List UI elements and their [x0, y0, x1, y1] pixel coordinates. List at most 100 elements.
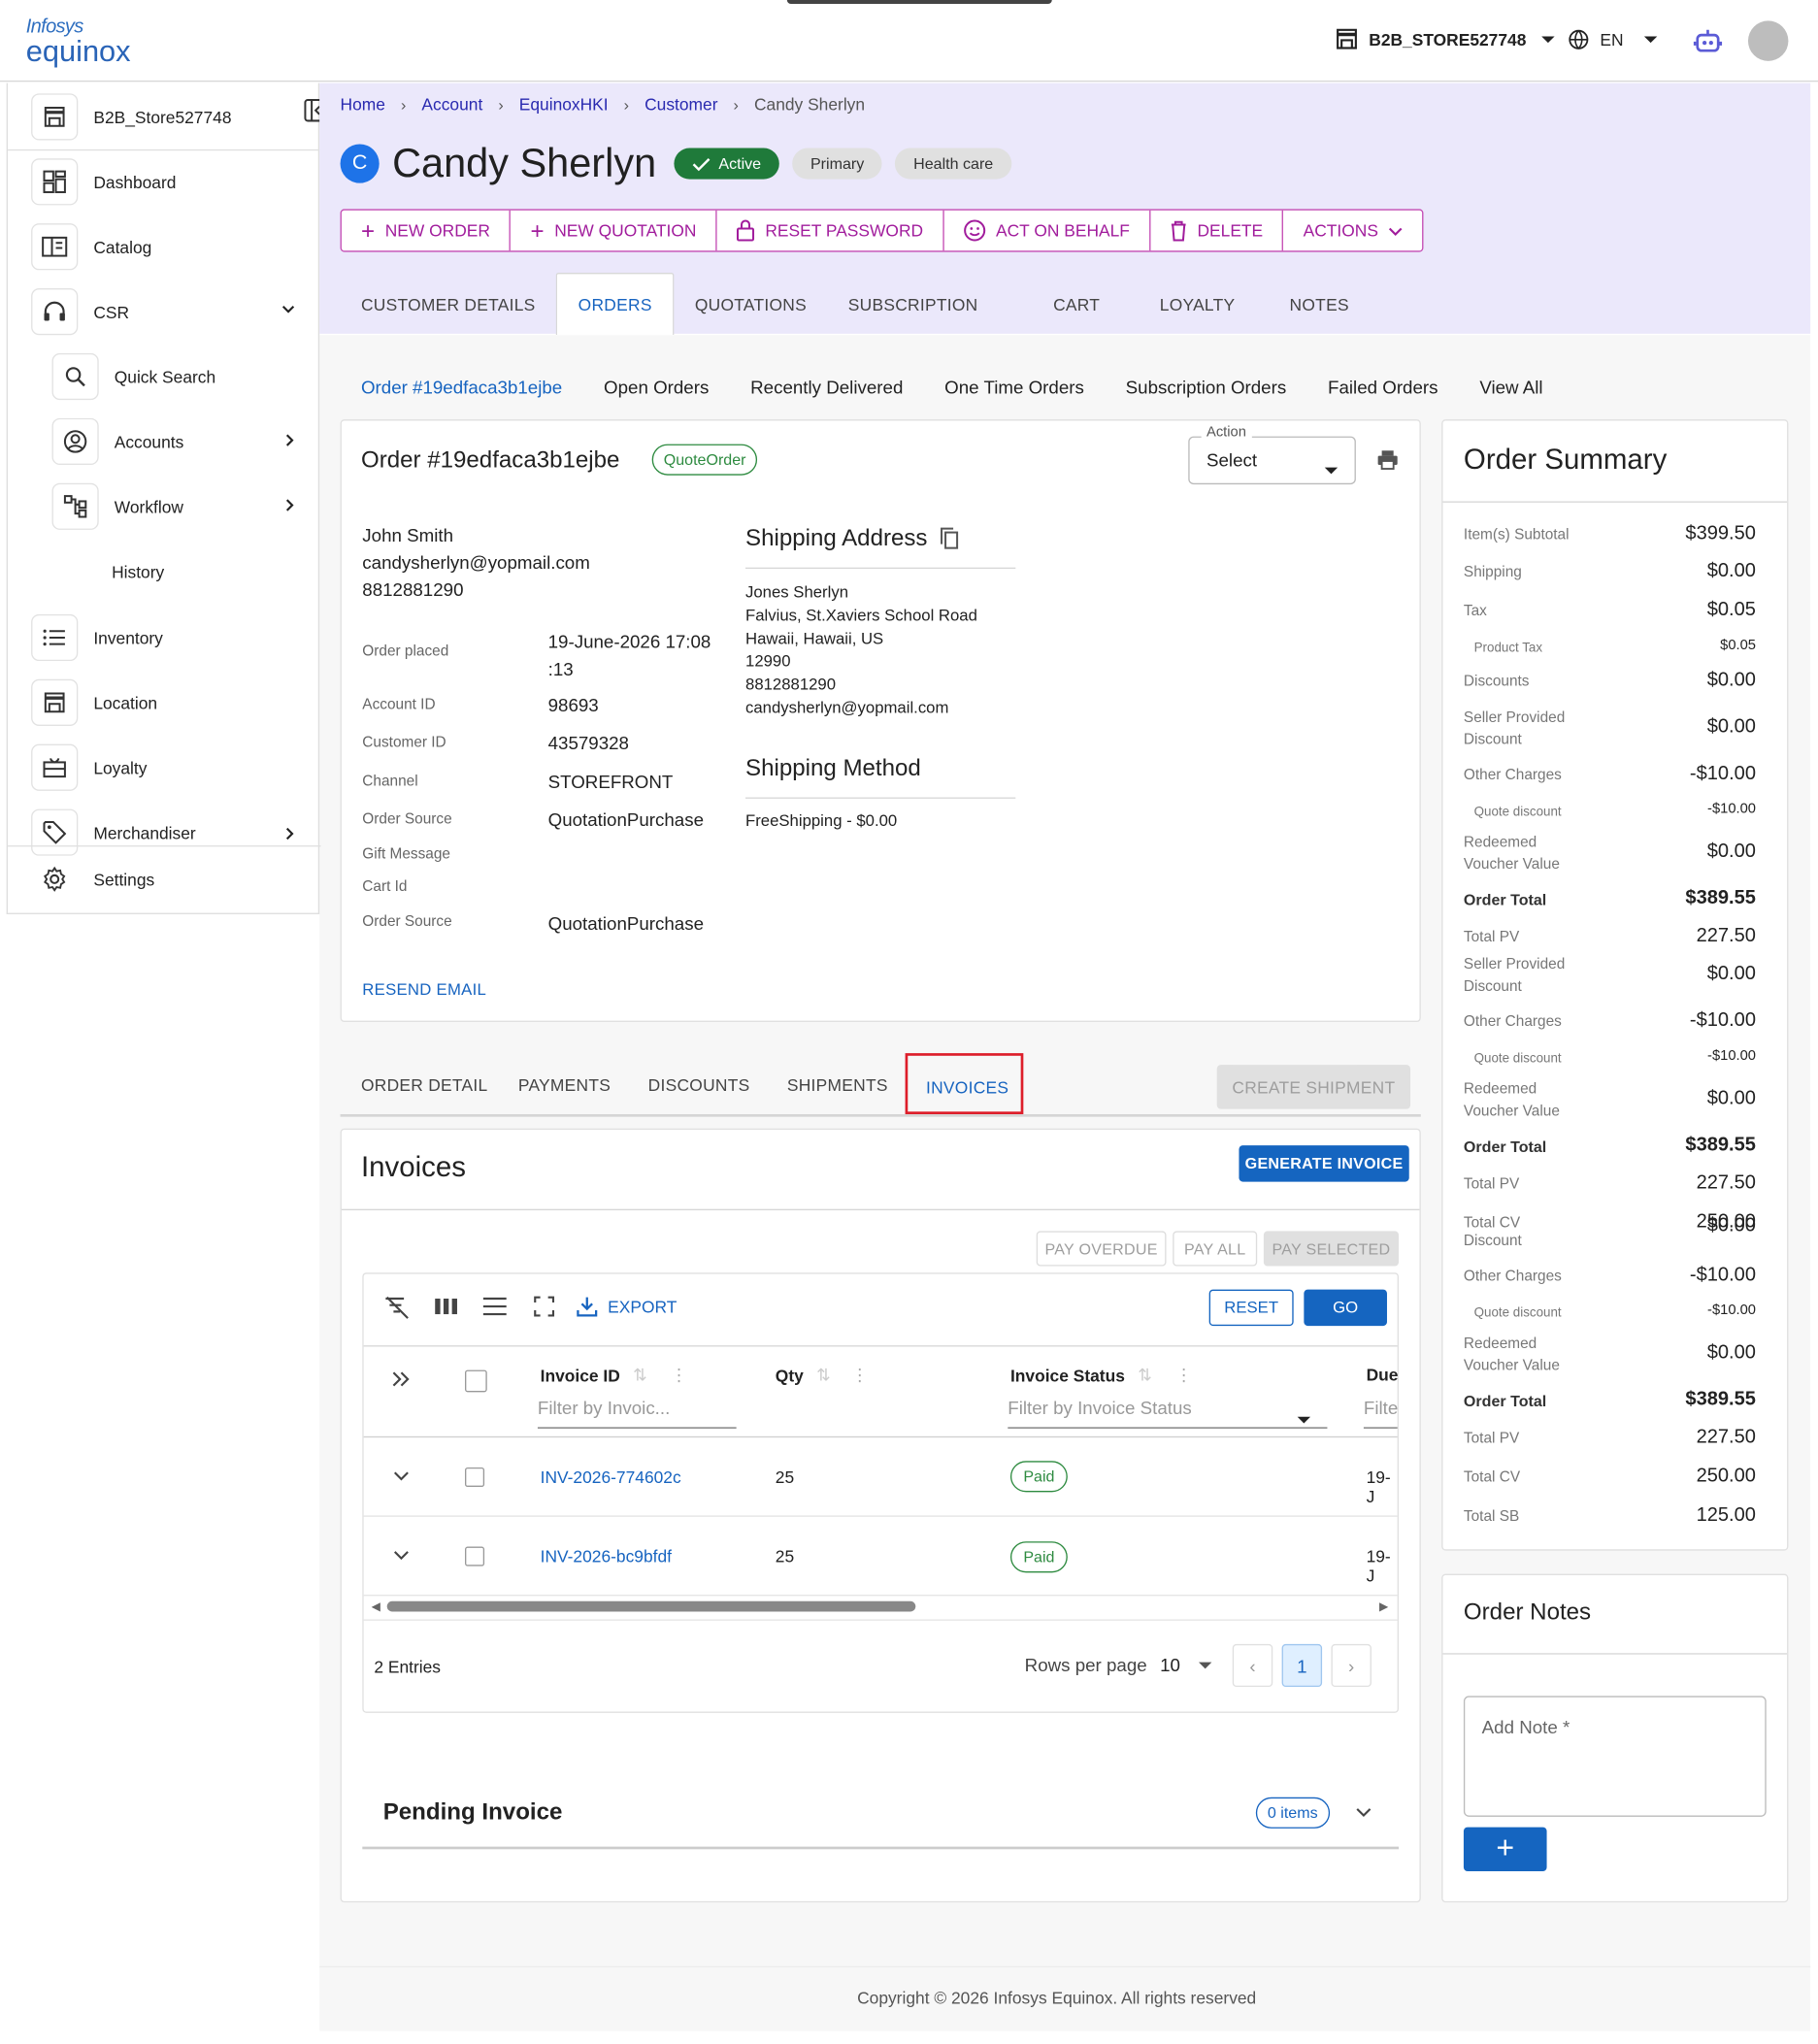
due-filter-input[interactable]: Filte: [1363, 1398, 1398, 1429]
sidebar-item-quick-search[interactable]: Quick Search: [51, 352, 215, 401]
fullscreen-icon[interactable]: [534, 1296, 555, 1317]
column-header-qty[interactable]: Qty ⇅ ⋮: [776, 1365, 869, 1385]
sidebar-item-accounts[interactable]: Accounts: [51, 417, 183, 466]
sidebar-item-dashboard[interactable]: Dashboard: [31, 158, 176, 206]
column-header-invoice-status[interactable]: Invoice Status ⇅ ⋮: [1010, 1365, 1192, 1385]
horizontal-scrollbar[interactable]: [386, 1600, 916, 1612]
breadcrumb-home[interactable]: Home: [341, 95, 385, 115]
invoice-id-link[interactable]: INV-2026-774602c: [541, 1467, 681, 1487]
column-header-due[interactable]: Due: [1367, 1365, 1399, 1384]
row-checkbox[interactable]: [465, 1467, 485, 1488]
sidebar-item-location[interactable]: Location: [31, 678, 157, 726]
copy-icon[interactable]: [941, 527, 959, 549]
subtab-current-order[interactable]: Order #19edfaca3b1ejbe: [361, 377, 562, 397]
breadcrumb-account[interactable]: Account: [421, 95, 482, 115]
pay-selected-button[interactable]: PAY SELECTED: [1263, 1231, 1400, 1267]
column-header-invoice-id[interactable]: Invoice ID ⇅ ⋮: [541, 1365, 688, 1385]
new-quotation-button[interactable]: + NEW QUOTATION: [511, 210, 717, 251]
tab-order-detail[interactable]: ORDER DETAIL: [361, 1075, 487, 1095]
rows-per-page-select[interactable]: 10: [1160, 1655, 1180, 1675]
columns-icon[interactable]: [434, 1296, 458, 1316]
summary-value: $0.00: [1706, 715, 1756, 738]
page-button[interactable]: 1: [1281, 1643, 1323, 1688]
new-order-button[interactable]: + NEW ORDER: [342, 210, 512, 251]
row-checkbox[interactable]: [465, 1546, 485, 1566]
breadcrumb-customer[interactable]: Customer: [645, 95, 717, 115]
invoice-status-filter-select[interactable]: Filter by Invoice Status: [1008, 1398, 1328, 1429]
column-menu-icon[interactable]: ⋮: [851, 1365, 868, 1385]
subtab-open-orders[interactable]: Open Orders: [604, 377, 709, 397]
reset-password-button[interactable]: RESET PASSWORD: [717, 210, 944, 251]
tab-shipments[interactable]: SHIPMENTS: [787, 1075, 888, 1095]
tab-customer-details[interactable]: CUSTOMER DETAILS: [341, 274, 556, 335]
sidebar-item-catalog[interactable]: Catalog: [31, 223, 151, 271]
summary-label: Order Total: [1463, 1392, 1547, 1411]
sidebar-item-csr[interactable]: CSR: [31, 288, 129, 336]
breadcrumb-equinoxhki[interactable]: EquinoxHKI: [519, 95, 609, 115]
density-icon[interactable]: [482, 1296, 507, 1316]
sidebar-item-settings[interactable]: Settings: [31, 855, 154, 903]
subtab-failed-orders[interactable]: Failed Orders: [1328, 377, 1438, 397]
tab-payments[interactable]: PAYMENTS: [518, 1075, 611, 1095]
print-icon[interactable]: [1376, 449, 1399, 470]
tab-orders[interactable]: ORDERS: [555, 272, 675, 336]
sidebar-item-loyalty[interactable]: Loyalty: [31, 743, 147, 791]
act-on-behalf-button[interactable]: ACT ON BEHALF: [943, 210, 1151, 251]
pay-all-button[interactable]: PAY ALL: [1173, 1231, 1258, 1267]
export-button[interactable]: EXPORT: [577, 1296, 677, 1317]
sort-icon[interactable]: ⇅: [816, 1365, 831, 1385]
bot-icon[interactable]: [1693, 28, 1723, 54]
chevron-down-icon[interactable]: [1356, 1807, 1372, 1818]
pay-overdue-button[interactable]: PAY OVERDUE: [1036, 1231, 1167, 1267]
create-shipment-button[interactable]: CREATE SHIPMENT: [1216, 1065, 1411, 1109]
subtab-one-time-orders[interactable]: One Time Orders: [944, 377, 1084, 397]
sort-icon[interactable]: ⇅: [1138, 1365, 1152, 1385]
generate-invoice-button[interactable]: GENERATE INVOICE: [1239, 1145, 1409, 1182]
scroll-right-icon[interactable]: ▶: [1379, 1599, 1388, 1614]
expand-row-icon[interactable]: [393, 1471, 409, 1482]
tab-loyalty[interactable]: LOYALTY: [1139, 274, 1269, 335]
invoice-id-filter-input[interactable]: Filter by Invoic...: [537, 1398, 737, 1429]
tab-cart[interactable]: CART: [1014, 274, 1139, 335]
tab-discounts[interactable]: DISCOUNTS: [648, 1075, 750, 1095]
next-page-button[interactable]: ›: [1331, 1643, 1372, 1688]
select-all-checkbox[interactable]: [465, 1369, 487, 1393]
sort-icon[interactable]: ⇅: [633, 1365, 647, 1385]
resend-email-button[interactable]: RESEND EMAIL: [362, 980, 486, 999]
column-header-label: Qty: [775, 1365, 804, 1385]
subtab-subscription-orders[interactable]: Subscription Orders: [1126, 377, 1287, 397]
column-menu-icon[interactable]: ⋮: [671, 1365, 687, 1385]
sidebar-item-merchandiser[interactable]: Merchandiser: [31, 808, 196, 856]
expand-all-icon[interactable]: [391, 1370, 412, 1389]
clear-filter-icon[interactable]: [384, 1296, 411, 1319]
language-selector[interactable]: EN: [1568, 28, 1658, 50]
invoice-id-link[interactable]: INV-2026-bc9bfdf: [541, 1547, 672, 1566]
add-note-button[interactable]: +: [1463, 1827, 1547, 1872]
store-selector[interactable]: B2B_STORE527748: [1335, 28, 1555, 49]
tab-subscription[interactable]: SUBSCRIPTION: [827, 274, 1014, 335]
subtab-view-all[interactable]: View All: [1479, 377, 1542, 397]
sidebar-item-history[interactable]: History: [112, 562, 164, 581]
sidebar-store[interactable]: B2B_Store527748: [31, 93, 232, 141]
field-value-customer-id: 43579328: [547, 732, 629, 754]
user-avatar[interactable]: [1747, 20, 1789, 61]
sidebar-item-workflow[interactable]: Workflow: [51, 482, 183, 530]
summary-value: -$10.00: [1707, 1302, 1756, 1319]
expand-row-icon[interactable]: [393, 1551, 409, 1562]
status-badge-paid: Paid: [1009, 1461, 1068, 1493]
subtab-recently-delivered[interactable]: Recently Delivered: [750, 377, 903, 397]
column-menu-icon[interactable]: ⋮: [1175, 1365, 1192, 1385]
chevron-down-icon: [1389, 225, 1404, 236]
row-divider: [363, 1595, 1398, 1597]
actions-menu-button[interactable]: ACTIONS: [1284, 211, 1423, 250]
divider: [8, 148, 321, 151]
go-button[interactable]: GO: [1304, 1289, 1387, 1327]
reset-button[interactable]: RESET: [1208, 1289, 1294, 1327]
prev-page-button[interactable]: ‹: [1232, 1643, 1273, 1688]
scroll-left-icon[interactable]: ◀: [372, 1599, 380, 1614]
tab-notes[interactable]: NOTES: [1269, 274, 1370, 335]
add-note-input[interactable]: [1463, 1696, 1767, 1817]
delete-button[interactable]: DELETE: [1150, 210, 1284, 251]
sidebar-item-inventory[interactable]: Inventory: [31, 613, 163, 662]
tab-quotations[interactable]: QUOTATIONS: [674, 274, 827, 335]
